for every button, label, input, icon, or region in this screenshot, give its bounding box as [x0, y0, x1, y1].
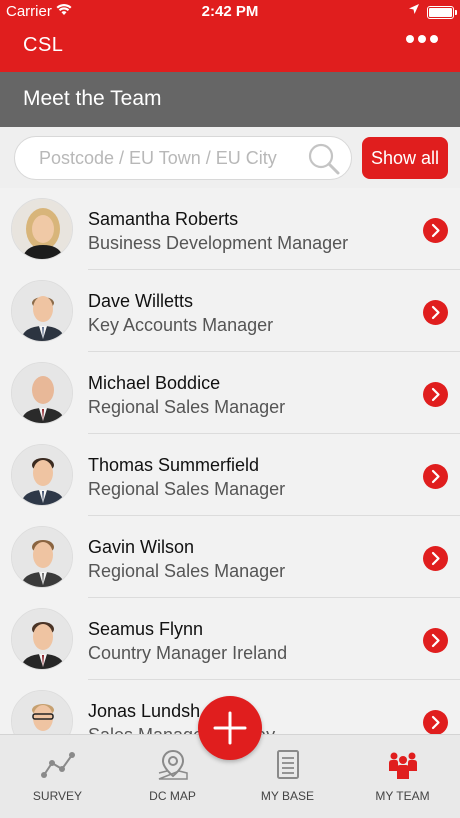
- avatar: [11, 444, 73, 506]
- avatar: [11, 690, 73, 734]
- tab-my-team[interactable]: MY TEAM: [345, 735, 460, 818]
- team-list: Samantha Roberts Business Development Ma…: [0, 188, 460, 734]
- section-header: Meet the Team: [0, 72, 460, 127]
- avatar: [11, 362, 73, 424]
- show-all-button[interactable]: Show all: [362, 137, 448, 179]
- tab-survey[interactable]: SURVEY: [0, 735, 115, 818]
- tab-label: SURVEY: [32, 789, 83, 803]
- chevron-right-icon[interactable]: [423, 464, 448, 489]
- tab-label: MY TEAM: [375, 789, 430, 803]
- list-item[interactable]: Dave Willetts Key Accounts Manager: [0, 270, 460, 352]
- list-item[interactable]: Gavin Wilson Regional Sales Manager: [0, 516, 460, 598]
- list-item[interactable]: Thomas Summerfield Regional Sales Manage…: [0, 434, 460, 516]
- avatar: [11, 280, 73, 342]
- person-role: Key Accounts Manager: [88, 315, 274, 335]
- location-arrow-icon: [408, 3, 420, 18]
- chevron-right-icon[interactable]: [423, 628, 448, 653]
- survey-icon: [40, 749, 76, 781]
- more-options-icon[interactable]: [406, 35, 438, 43]
- list-item[interactable]: Samantha Roberts Business Development Ma…: [0, 188, 460, 270]
- chevron-right-icon[interactable]: [423, 382, 448, 407]
- status-bar: Carrier 2:42 PM: [0, 0, 460, 24]
- search-row: Show all: [0, 127, 460, 188]
- person-name: Dave Willetts: [88, 291, 194, 311]
- person-role: Business Development Manager: [88, 233, 349, 253]
- person-role: Country Manager Ireland: [88, 643, 288, 663]
- app-title: CSL: [23, 34, 64, 56]
- chevron-right-icon[interactable]: [423, 218, 448, 243]
- page-title: Meet the Team: [23, 87, 162, 110]
- person-name: Samantha Roberts: [88, 209, 239, 229]
- person-name: Seamus Flynn: [88, 619, 204, 639]
- person-name: Jonas Lundsh: [88, 701, 201, 721]
- avatar: [11, 608, 73, 670]
- map-pin-icon: [155, 749, 191, 781]
- clock: 2:42 PM: [201, 3, 259, 20]
- person-role: Regional Sales Manager: [88, 397, 286, 417]
- battery-icon: [427, 6, 457, 19]
- app-header: CSL: [0, 24, 460, 72]
- search-input[interactable]: [39, 145, 309, 172]
- person-name: Gavin Wilson: [88, 537, 195, 557]
- person-role: Regional Sales Manager: [88, 479, 286, 499]
- avatar: [11, 198, 73, 260]
- list-item[interactable]: Seamus Flynn Country Manager Ireland: [0, 598, 460, 680]
- chevron-right-icon[interactable]: [423, 710, 448, 734]
- person-name: Thomas Summerfield: [88, 455, 260, 475]
- search-box: [14, 136, 352, 180]
- chevron-right-icon[interactable]: [423, 300, 448, 325]
- list-icon: [270, 749, 306, 781]
- tab-label: DC MAP: [149, 789, 196, 803]
- person-role: Regional Sales Manager: [88, 561, 286, 581]
- chevron-right-icon[interactable]: [423, 546, 448, 571]
- team-icon: [385, 749, 421, 781]
- tab-label: MY BASE: [260, 789, 315, 803]
- plus-icon: [213, 711, 247, 745]
- list-item[interactable]: Michael Boddice Regional Sales Manager: [0, 352, 460, 434]
- add-button[interactable]: [198, 696, 262, 760]
- search-icon[interactable]: [307, 142, 341, 176]
- avatar: [11, 526, 73, 588]
- person-name: Michael Boddice: [88, 373, 221, 393]
